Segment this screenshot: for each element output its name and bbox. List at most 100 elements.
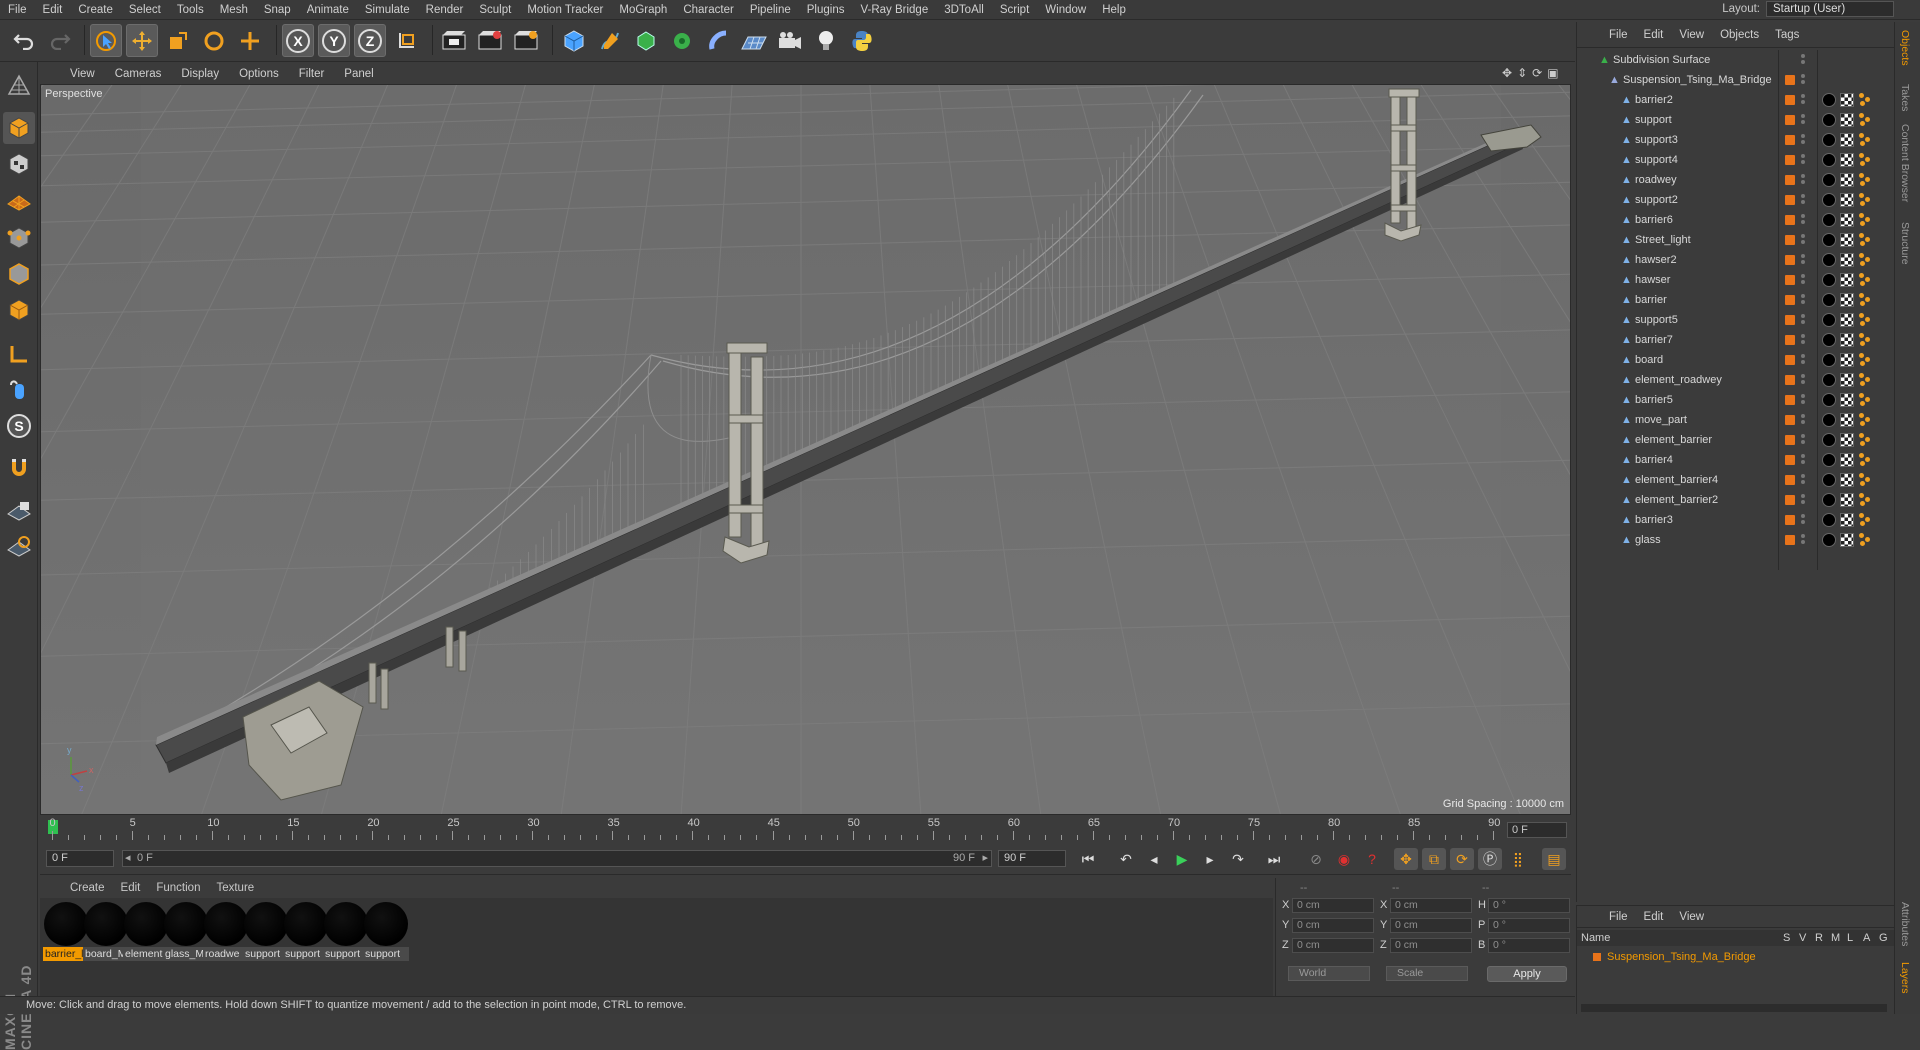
texture-tag-icon[interactable]	[1840, 233, 1854, 247]
side-tab-structure[interactable]: Structure	[1899, 222, 1911, 265]
object-menu-objects[interactable]: Objects	[1712, 29, 1767, 41]
object-row[interactable]: ▲ element_roadwey	[1577, 370, 1895, 390]
autokey-icon[interactable]: ?	[1360, 848, 1384, 870]
material-tag-icon[interactable]	[1822, 433, 1836, 447]
next-key-icon[interactable]: ↷	[1226, 848, 1250, 870]
material-menu-edit[interactable]: Edit	[113, 882, 149, 894]
coord-rot-field[interactable]: 0 °	[1488, 918, 1570, 933]
texture-tag-icon[interactable]	[1840, 253, 1854, 267]
visibility-dots-icon[interactable]	[1801, 314, 1805, 326]
object-row[interactable]: ▲ hawser2	[1577, 250, 1895, 270]
selection-tag-icon[interactable]	[1859, 493, 1871, 507]
material-tag-icon[interactable]	[1822, 173, 1836, 187]
recent-tools-icon[interactable]	[234, 24, 266, 57]
selection-tag-icon[interactable]	[1859, 273, 1871, 287]
snapping-icon[interactable]	[3, 452, 35, 484]
layer-color-icon[interactable]	[1785, 435, 1795, 445]
redo-icon[interactable]	[44, 24, 76, 57]
layer-header-col[interactable]: L	[1847, 930, 1853, 946]
object-row-group[interactable]: ▲ Suspension_Tsing_Ma_Bridge	[1577, 70, 1895, 90]
start-frame-field[interactable]: 0 F	[46, 850, 114, 867]
visibility-dots-icon[interactable]	[1801, 254, 1805, 266]
grid-snap-icon[interactable]	[3, 530, 35, 562]
motion-record-icon[interactable]: ⊘	[1304, 848, 1328, 870]
object-menu-edit[interactable]: Edit	[1636, 29, 1672, 41]
apply-button[interactable]: Apply	[1487, 966, 1567, 982]
solo-mode-icon[interactable]: S	[3, 410, 35, 442]
visibility-dots-icon[interactable]	[1801, 354, 1805, 366]
object-row[interactable]: ▲ glass	[1577, 530, 1895, 550]
key-rotation-icon[interactable]: ⟳	[1450, 848, 1474, 870]
object-row[interactable]: ▲ support2	[1577, 190, 1895, 210]
menu-script[interactable]: Script	[992, 4, 1037, 16]
material-menu-function[interactable]: Function	[148, 882, 208, 894]
object-menu-view[interactable]: View	[1671, 29, 1712, 41]
menu-snap[interactable]: Snap	[256, 4, 299, 16]
viewport-menu-view[interactable]: View	[60, 68, 105, 80]
material-menu-texture[interactable]: Texture	[208, 882, 262, 894]
menu-3dtoall[interactable]: 3DToAll	[936, 4, 992, 16]
layer-header-col[interactable]: M	[1831, 930, 1840, 946]
undo-icon[interactable]	[8, 24, 40, 57]
object-row[interactable]: ▲ element_barrier4	[1577, 470, 1895, 490]
render-settings-icon[interactable]	[510, 24, 542, 57]
layer-header-col[interactable]: S	[1783, 930, 1790, 946]
viewport-menu-panel[interactable]: Panel	[334, 68, 383, 80]
visibility-dots-icon[interactable]	[1801, 474, 1805, 486]
viewport-menu-filter[interactable]: Filter	[289, 68, 335, 80]
key-scale-icon[interactable]: ⧉	[1422, 848, 1446, 870]
material-tag-icon[interactable]	[1822, 313, 1836, 327]
object-row[interactable]: ▲ barrier6	[1577, 210, 1895, 230]
object-row[interactable]: ▲ hawser	[1577, 270, 1895, 290]
coord-size-field[interactable]: 0 cm	[1390, 898, 1472, 913]
layer-header-col[interactable]: G	[1879, 930, 1888, 946]
visibility-dots-icon[interactable]	[1801, 394, 1805, 406]
menu-tools[interactable]: Tools	[169, 4, 212, 16]
layer-color-icon[interactable]	[1785, 315, 1795, 325]
layer-header-col[interactable]: V	[1799, 930, 1806, 946]
texture-tag-icon[interactable]	[1840, 193, 1854, 207]
material-tag-icon[interactable]	[1822, 453, 1836, 467]
coord-size-field[interactable]: 0 cm	[1390, 938, 1472, 953]
layer-color-icon[interactable]	[1785, 95, 1795, 105]
next-frame-icon[interactable]: ▸	[1198, 848, 1222, 870]
side-tab-layers[interactable]: Layers	[1899, 962, 1911, 994]
layer-color-icon[interactable]	[1785, 495, 1795, 505]
material-tag-icon[interactable]	[1822, 253, 1836, 267]
layer-color-icon[interactable]	[1785, 395, 1795, 405]
selection-tag-icon[interactable]	[1859, 253, 1871, 267]
menu-create[interactable]: Create	[70, 4, 121, 16]
visibility-dots-icon[interactable]	[1801, 374, 1805, 386]
texture-tag-icon[interactable]	[1840, 373, 1854, 387]
coord-rot-field[interactable]: 0 °	[1488, 898, 1570, 913]
layer-color-icon[interactable]	[1785, 475, 1795, 485]
layer-color-icon[interactable]	[1785, 515, 1795, 525]
menu-sculpt[interactable]: Sculpt	[471, 4, 519, 16]
visibility-dots-icon[interactable]	[1801, 174, 1805, 186]
texture-tag-icon[interactable]	[1840, 113, 1854, 127]
play-icon[interactable]: ▶	[1170, 848, 1194, 870]
material-tag-icon[interactable]	[1822, 153, 1836, 167]
current-frame-field[interactable]: 0 F	[1507, 822, 1567, 838]
object-row[interactable]: ▲ barrier3	[1577, 510, 1895, 530]
timeline-window-icon[interactable]: ▤	[1542, 848, 1566, 870]
texture-tag-icon[interactable]	[1840, 393, 1854, 407]
menu-edit[interactable]: Edit	[35, 4, 71, 16]
side-tab-attributes[interactable]: Attributes	[1899, 902, 1911, 946]
object-row[interactable]: ▲ roadwey	[1577, 170, 1895, 190]
object-row[interactable]: ▲ barrier7	[1577, 330, 1895, 350]
viewport-maximize-icon[interactable]: ▣	[1547, 66, 1558, 80]
visibility-dots-icon[interactable]	[1801, 454, 1805, 466]
timeline-ruler[interactable]: 0 5 10 15 20 25 30 35 40 45 50 55 60 65 70 75 80 85 90 0 F	[40, 815, 1571, 843]
material-tag-icon[interactable]	[1822, 533, 1836, 547]
object-row[interactable]: ▲ barrier	[1577, 290, 1895, 310]
visibility-dots-icon[interactable]	[1801, 214, 1805, 226]
texture-tag-icon[interactable]	[1840, 213, 1854, 227]
previous-frame-icon[interactable]: ◂	[1142, 848, 1166, 870]
frame-range-slider[interactable]: ◂ 0 F 90 F ▸	[122, 850, 992, 867]
material-tag-icon[interactable]	[1822, 473, 1836, 487]
y-axis-lock-icon[interactable]: Y	[318, 24, 350, 57]
viewport-menu-display[interactable]: Display	[171, 68, 229, 80]
layer-color-icon[interactable]	[1785, 195, 1795, 205]
visibility-dots-icon[interactable]	[1801, 534, 1805, 546]
